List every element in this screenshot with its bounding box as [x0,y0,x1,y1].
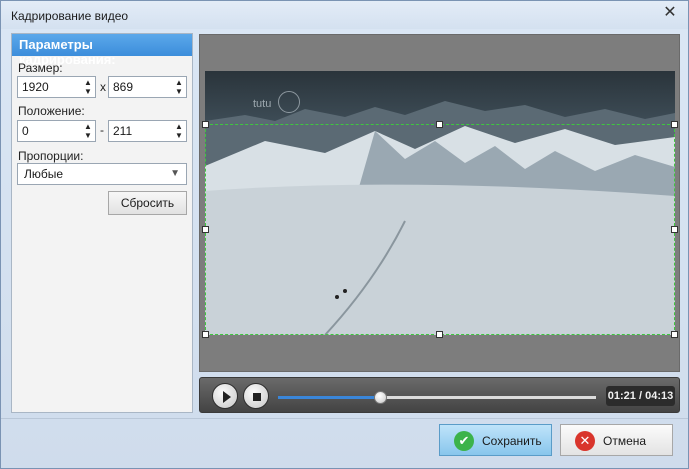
spinner-arrows-icon[interactable]: ▲ ▼ [83,122,93,140]
seek-track[interactable] [278,391,596,404]
size-label: Размер: [18,61,63,75]
spinner-arrows-icon[interactable]: ▲ ▼ [174,122,184,140]
position-x-value: 0 [22,124,29,138]
play-icon [223,391,231,403]
play-button[interactable] [212,383,238,409]
watermark-globe-icon [278,91,300,113]
seek-thumb[interactable] [374,391,387,404]
stop-icon [253,393,261,401]
panel-header: Параметры кадрирования: [12,34,192,67]
crop-handle-left[interactable] [202,226,209,233]
title-bar: Кадрирование видео ✕ [1,1,688,29]
position-x-spinner[interactable]: 0 ▲ ▼ [17,120,96,142]
seek-progress [278,396,380,399]
crop-handle-right[interactable] [671,226,678,233]
crop-area[interactable] [202,121,678,338]
reset-button[interactable]: Сбросить [108,191,187,215]
size-separator: x [100,80,106,94]
proportions-label: Пропорции: [18,149,84,163]
window-title: Кадрирование видео [11,9,129,23]
footer-divider [1,418,688,419]
size-width-value: 1920 [22,80,49,94]
position-label: Положение: [18,104,85,118]
cancel-button[interactable]: ✕ Отмена [560,424,673,456]
stop-button[interactable] [243,383,269,409]
crop-handle-bottom-right[interactable] [671,331,678,338]
position-y-spinner[interactable]: 211 ▲ ▼ [108,120,187,142]
spinner-arrows-icon[interactable]: ▲ ▼ [174,78,184,96]
save-label: Сохранить [482,434,542,448]
crop-handle-top[interactable] [436,121,443,128]
player-controls: 01:21 / 04:13 [199,377,680,413]
time-display: 01:21 / 04:13 [606,386,675,406]
crop-video-dialog: Кадрирование видео ✕ Параметры кадрирова… [0,0,689,469]
cancel-label: Отмена [603,434,647,448]
close-icon[interactable]: ✕ [662,5,678,21]
video-preview: tutu [199,34,680,372]
size-width-spinner[interactable]: 1920 ▲ ▼ [17,76,96,98]
crop-handle-bottom[interactable] [436,331,443,338]
position-y-value: 211 [113,124,133,138]
crop-parameters-panel: Параметры кадрирования: Размер: 1920 ▲ ▼ … [11,33,193,413]
position-separator: - [100,123,104,137]
spinner-arrows-icon[interactable]: ▲ ▼ [83,78,93,96]
crop-handle-top-left[interactable] [202,121,209,128]
checkmark-icon: ✔ [454,431,474,451]
size-height-spinner[interactable]: 869 ▲ ▼ [108,76,187,98]
proportions-value: Любые [24,167,64,181]
dropdown-arrow-icon: ▼ [170,168,180,179]
save-button[interactable]: ✔ Сохранить [439,424,552,456]
watermark-logo: tutu [253,98,272,110]
size-height-value: 869 [113,80,134,94]
crop-handle-top-right[interactable] [671,121,678,128]
cancel-icon: ✕ [575,431,595,451]
proportions-dropdown[interactable]: Любые ▼ [17,163,187,185]
crop-handle-bottom-left[interactable] [202,331,209,338]
